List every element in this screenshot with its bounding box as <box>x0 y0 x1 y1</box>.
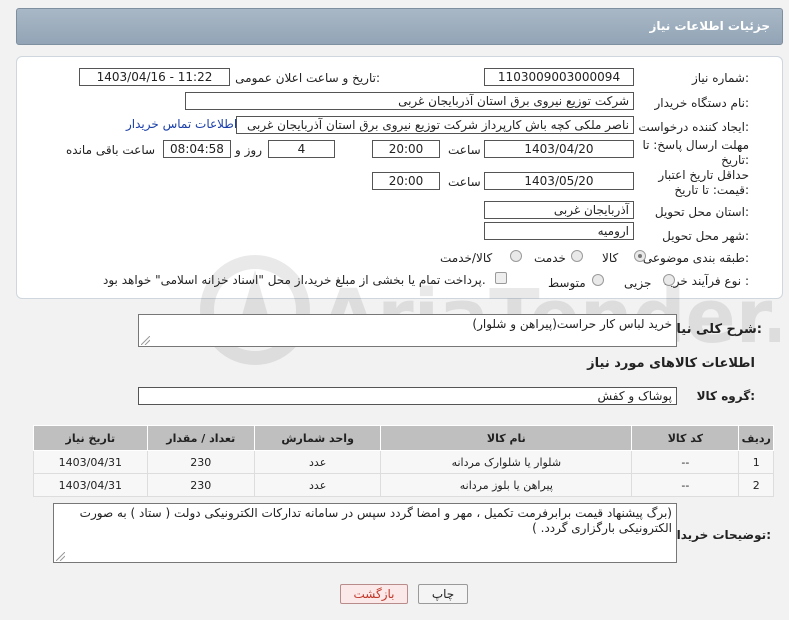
category-label: طبقه بندی موضوعی: <box>642 251 749 265</box>
table-row[interactable]: 2 -- پیراهن یا بلوز مردانه عدد 230 1403/… <box>33 473 774 497</box>
col-code-header: کد کالا <box>631 425 740 451</box>
page-header: جزئیات اطلاعات نیاز <box>16 8 783 45</box>
cell-unit: عدد <box>253 450 382 474</box>
goods-group-label: گروه کالا: <box>696 389 755 403</box>
city-label: شهر محل تحویل: <box>662 229 749 243</box>
cell-qty: 230 <box>146 473 255 497</box>
reply-time-label: ساعت <box>448 143 481 157</box>
reply-deadline-label: مهلت ارسال پاسخ: تا تاریخ: <box>642 138 749 167</box>
category-option-service: خدمت <box>534 251 566 265</box>
description-label: شرح کلی نیاز: <box>668 322 762 337</box>
buyer-org-label: نام دستگاه خریدار: <box>654 96 750 110</box>
days-remaining-field: 4 <box>268 140 335 158</box>
resize-grip-icon[interactable] <box>141 336 150 345</box>
remaining-time-field: 08:04:58 <box>163 140 231 158</box>
treasury-payment-note: پرداخت تمام یا بخشی از مبلغ خرید،از محل … <box>103 273 486 287</box>
category-radio-service[interactable] <box>571 250 583 262</box>
goods-section-title: اطلاعات کالاهای مورد نیاز <box>587 356 755 371</box>
goods-group-field: پوشاک و کفش <box>138 387 677 405</box>
col-date-header: تاریخ نیاز <box>33 425 148 451</box>
buyer-notes-textarea[interactable]: (برگ پیشنهاد قیمت برابرفرمت تکمیل ، مهر … <box>53 503 677 563</box>
reply-time-field: 20:00 <box>372 140 440 158</box>
process-type-label: نوع فرآیند خرید : <box>664 274 749 288</box>
buyer-notes-text: (برگ پیشنهاد قیمت برابرفرمت تکمیل ، مهر … <box>79 506 672 535</box>
cell-row: 2 <box>738 473 774 497</box>
requester-label: ایجاد کننده درخواست: <box>638 120 749 134</box>
cell-name: شلوار یا شلوارک مردانه <box>380 450 633 474</box>
table-row[interactable]: 1 -- شلوار یا شلوارک مردانه عدد 230 1403… <box>33 450 774 474</box>
cell-unit: عدد <box>253 473 382 497</box>
col-row-header: ردیف <box>738 425 774 451</box>
col-unit-header: واحد شمارش <box>253 425 382 451</box>
print-button[interactable]: چاپ <box>418 584 468 604</box>
days-label: روز و <box>235 143 262 157</box>
cell-row: 1 <box>738 450 774 474</box>
city-field: ارومیه <box>484 222 634 240</box>
need-number-field: 1103009003000094 <box>484 68 634 86</box>
goods-table-header: ردیف کد کالا نام کالا واحد شمارش تعداد /… <box>33 425 774 451</box>
announce-datetime-field: 1403/04/16 - 11:22 <box>79 68 230 86</box>
buyer-org-field: شرکت توزیع نیروی برق استان آذربایجان غرب… <box>185 92 634 110</box>
category-option-goods: کالا <box>602 251 619 265</box>
category-radio-goods[interactable] <box>634 250 646 262</box>
category-option-goods-service: کالا/خدمت <box>440 251 493 265</box>
process-radio-minor[interactable] <box>663 274 675 286</box>
requester-field: ناصر ملکی کچه باش کارپرداز شرکت توزیع نی… <box>236 116 634 134</box>
category-radio-goods-service[interactable] <box>510 250 522 262</box>
process-option-medium: متوسط <box>548 276 586 290</box>
price-validity-time-field: 20:00 <box>372 172 440 190</box>
announce-datetime-label: تاریخ و ساعت اعلان عمومی: <box>235 71 380 85</box>
buyer-notes-label: توضیحات خریدار: <box>669 528 771 542</box>
cell-qty: 230 <box>146 450 255 474</box>
goods-table: ردیف کد کالا نام کالا واحد شمارش تعداد /… <box>33 425 774 497</box>
cell-name: پیراهن یا بلوز مردانه <box>380 473 633 497</box>
cell-code: -- <box>631 450 740 474</box>
cell-code: -- <box>631 473 740 497</box>
price-validity-date-field: 1403/05/20 <box>484 172 634 190</box>
resize-grip-icon[interactable] <box>56 552 65 561</box>
cell-date: 1403/04/31 <box>33 450 148 474</box>
col-qty-header: تعداد / مقدار <box>146 425 255 451</box>
page-title: جزئیات اطلاعات نیاز <box>649 19 770 33</box>
description-textarea[interactable]: خرید لباس کار حراست(پیراهن و شلوار) <box>138 314 677 347</box>
reply-date-field: 1403/04/20 <box>484 140 634 158</box>
description-text: خرید لباس کار حراست(پیراهن و شلوار) <box>472 317 672 331</box>
back-button[interactable]: بازگشت <box>340 584 408 604</box>
process-radio-medium[interactable] <box>592 274 604 286</box>
remaining-time-label: ساعت باقی مانده <box>66 143 156 157</box>
price-validity-time-label: ساعت <box>448 175 481 189</box>
buyer-contact-link[interactable]: اطلاعات تماس خریدار <box>126 117 237 131</box>
process-option-minor: جزیی <box>624 276 652 290</box>
province-label: استان محل تحویل: <box>654 205 749 219</box>
col-name-header: نام کالا <box>380 425 633 451</box>
price-validity-label: حداقل تاریخ اعتبار قیمت: تا تاریخ: <box>658 168 749 197</box>
treasury-payment-checkbox[interactable] <box>495 272 507 284</box>
cell-date: 1403/04/31 <box>33 473 148 497</box>
province-field: آذربایجان غربی <box>484 201 634 219</box>
need-number-label: شماره نیاز: <box>691 71 749 85</box>
